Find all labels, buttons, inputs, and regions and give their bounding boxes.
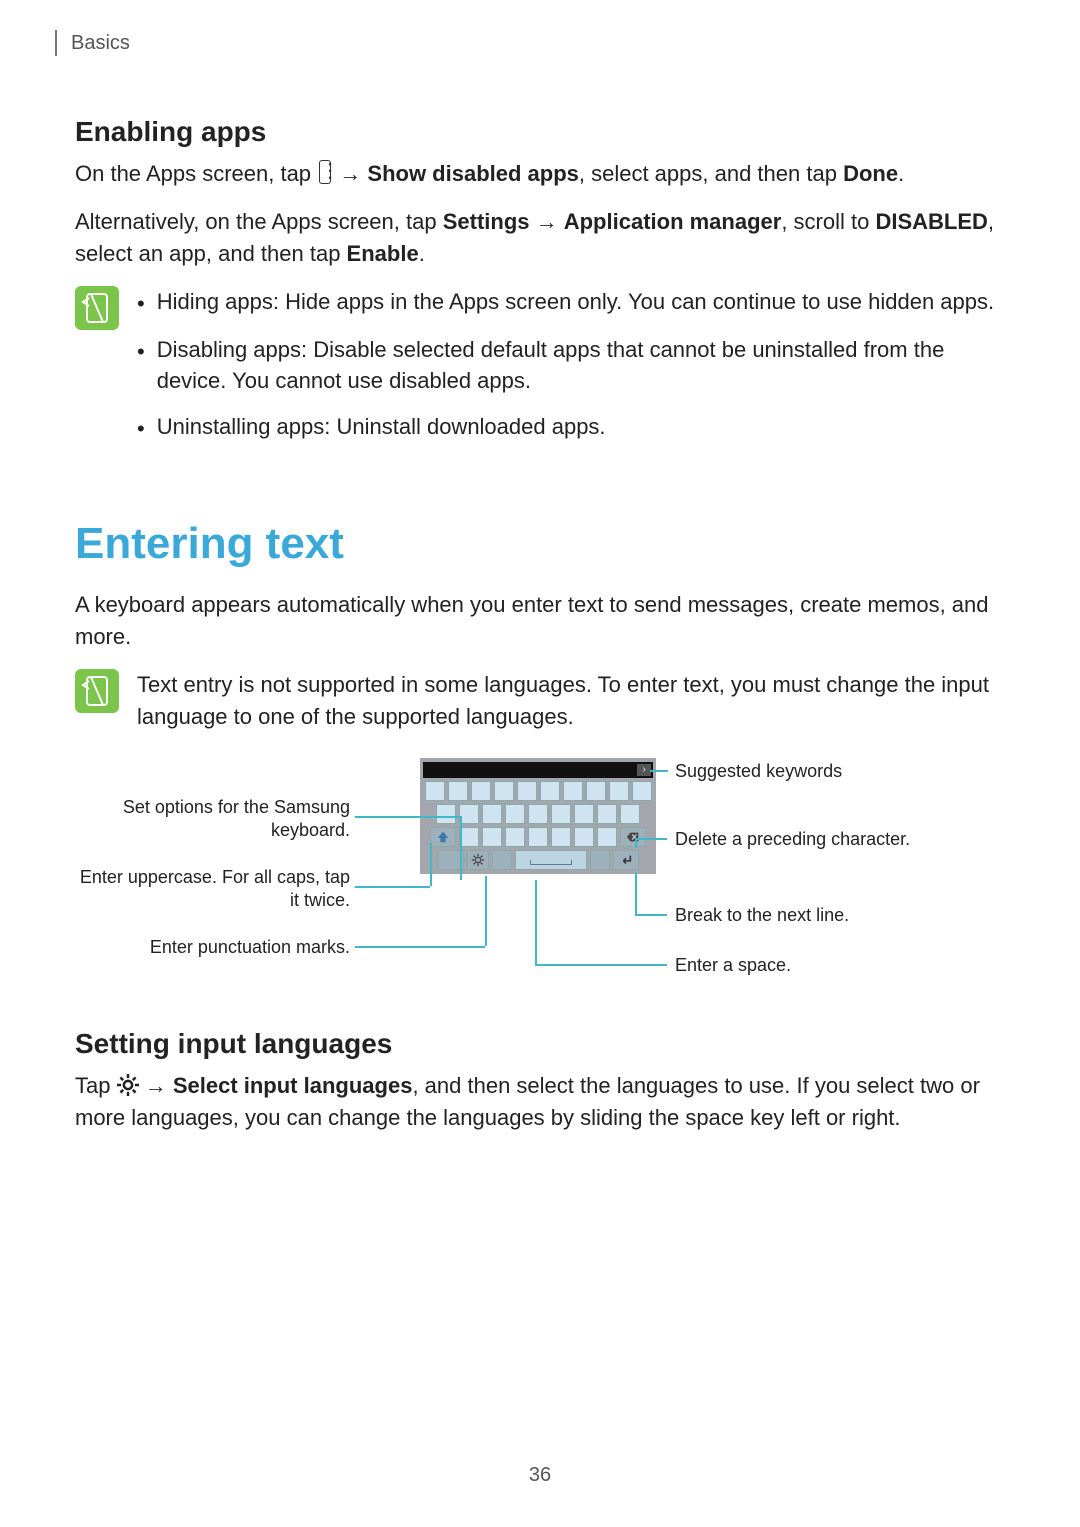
backspace-icon — [626, 828, 640, 844]
key — [574, 827, 594, 847]
callout-backspace: Delete a preceding character. — [675, 828, 910, 851]
settings-key — [467, 850, 489, 870]
suggested-bar: › — [423, 762, 653, 778]
key — [459, 804, 479, 824]
note-icon — [75, 286, 119, 330]
enabling-apps-para-2: Alternatively, on the Apps screen, tap S… — [75, 206, 1005, 270]
key — [436, 804, 456, 824]
key — [620, 804, 640, 824]
key — [597, 827, 617, 847]
note-enabling-apps: • Hiding apps: Hide apps in the Apps scr… — [75, 286, 1005, 460]
gear-icon — [471, 851, 485, 867]
bullet-uninstalling-apps: • Uninstalling apps: Uninstall downloade… — [137, 411, 1005, 445]
backspace-key — [620, 827, 646, 847]
setting-input-lang-para: Tap → Select input languages, and then s… — [75, 1070, 1005, 1134]
key — [574, 804, 594, 824]
enter-key — [613, 850, 639, 870]
callout-settings: Set options for the Samsung keyboard. — [75, 796, 350, 843]
key — [528, 827, 548, 847]
bullet-dot: • — [137, 411, 145, 445]
page-number: 36 — [0, 1464, 1080, 1487]
callout-suggested: Suggested keywords — [675, 760, 842, 783]
heading-setting-input-languages: Setting input languages — [75, 1028, 1005, 1060]
enabling-apps-para-1: On the Apps screen, tap → Show disabled … — [75, 158, 1005, 190]
key — [505, 827, 525, 847]
bullet-disabling-apps: • Disabling apps: Disable selected defau… — [137, 334, 1005, 398]
note-body: • Hiding apps: Hide apps in the Apps scr… — [137, 286, 1005, 460]
entering-text-para-1: A keyboard appears automatically when yo… — [75, 589, 1005, 653]
key — [528, 804, 548, 824]
space-key — [515, 850, 587, 870]
key — [563, 781, 583, 801]
key-row — [423, 781, 653, 801]
chevron-right-icon: › — [637, 764, 651, 776]
header-breadcrumb: Basics — [55, 30, 1005, 56]
note-body: Text entry is not supported in some lang… — [137, 669, 1005, 733]
callout-enter: Break to the next line. — [675, 904, 849, 927]
chapter-name: Basics — [71, 32, 130, 55]
key-row — [423, 850, 653, 870]
note-icon — [75, 669, 119, 713]
shift-up-icon — [436, 828, 450, 844]
key — [459, 827, 479, 847]
callout-punctuation: Enter punctuation marks. — [75, 936, 350, 959]
keyboard-diagram: › — [75, 758, 1005, 998]
key-row — [423, 827, 653, 847]
key — [551, 804, 571, 824]
callout-uppercase: Enter uppercase. For all caps, tap it tw… — [75, 866, 350, 913]
more-icon — [319, 160, 331, 184]
note-entering-text: Text entry is not supported in some lang… — [75, 669, 1005, 733]
key — [597, 804, 617, 824]
key — [448, 781, 468, 801]
callout-space: Enter a space. — [675, 954, 791, 977]
key — [482, 827, 502, 847]
period-key — [590, 850, 610, 870]
bullet-dot: • — [137, 286, 145, 320]
heading-entering-text: Entering text — [75, 519, 1005, 569]
key — [471, 781, 491, 801]
key — [551, 827, 571, 847]
gear-icon — [117, 1073, 139, 1095]
bullet-dot: • — [137, 334, 145, 398]
shift-key — [430, 827, 456, 847]
key — [425, 781, 445, 801]
key — [632, 781, 652, 801]
bullet-hiding-apps: • Hiding apps: Hide apps in the Apps scr… — [137, 286, 1005, 320]
enter-icon — [619, 851, 633, 867]
punctuation-key — [492, 850, 512, 870]
key — [505, 804, 525, 824]
key — [494, 781, 514, 801]
key — [609, 781, 629, 801]
key — [517, 781, 537, 801]
key — [586, 781, 606, 801]
manual-page: Basics Enabling apps On the Apps screen,… — [0, 0, 1080, 1527]
key — [482, 804, 502, 824]
key-row — [423, 804, 653, 824]
key — [540, 781, 560, 801]
heading-enabling-apps: Enabling apps — [75, 116, 1005, 148]
